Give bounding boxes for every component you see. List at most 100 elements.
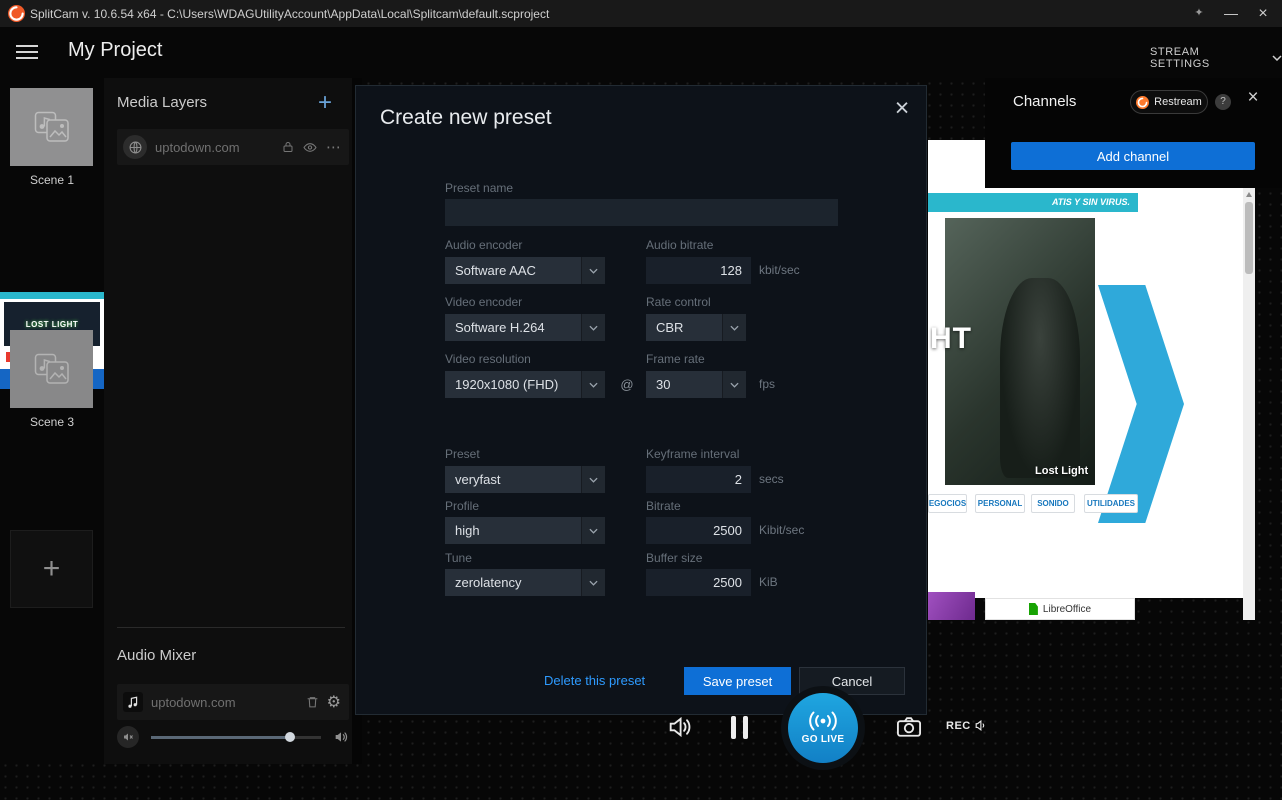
media-layers-title: Media Layers xyxy=(117,94,207,111)
audio-bitrate-label: Audio bitrate xyxy=(646,238,713,252)
dialog-close-icon[interactable]: × xyxy=(886,92,918,124)
rate-control-label: Rate control xyxy=(646,295,711,309)
trash-icon[interactable] xyxy=(306,695,319,709)
preset-name-input[interactable] xyxy=(445,199,838,226)
volume-slider-thumb[interactable] xyxy=(285,732,295,742)
chevron-down-icon xyxy=(581,257,605,284)
profile-label: Profile xyxy=(445,499,479,513)
volume-slider-fill xyxy=(151,736,290,739)
restream-logo-icon xyxy=(1136,96,1149,109)
channels-title: Channels xyxy=(1013,93,1076,110)
media-layers-panel: Media Layers + uptodown.com ⋯ Audio Mixe… xyxy=(104,78,362,764)
audio-encoder-select[interactable]: Software AAC xyxy=(445,257,605,284)
audio-mixer-row[interactable]: uptodown.com ⚙ xyxy=(117,684,349,720)
bitrate-label: Bitrate xyxy=(646,499,681,513)
plus-icon: + xyxy=(43,552,61,586)
tune-value: zerolatency xyxy=(445,575,581,590)
pause-icon[interactable] xyxy=(731,716,748,739)
scene-3-thumbnail[interactable] xyxy=(10,330,93,408)
splitcam-logo-icon xyxy=(8,5,25,22)
window-close-button[interactable]: × xyxy=(1250,4,1276,23)
splitcam-window: SplitCam v. 10.6.54 x64 - C:\Users\WDAGU… xyxy=(0,0,1282,800)
add-channel-button[interactable]: Add channel xyxy=(1011,142,1255,170)
buffer-size-label: Buffer size xyxy=(646,551,702,565)
chevron-down-icon xyxy=(581,466,605,493)
header: My Project STREAM SETTINGS xyxy=(0,27,1282,78)
scene-2-thumb-text: LOST LIGHT xyxy=(26,320,79,329)
scene-1-thumbnail[interactable] xyxy=(10,88,93,166)
menu-icon[interactable] xyxy=(16,45,38,60)
keyframe-interval-unit: secs xyxy=(759,466,784,493)
video-preview: ATIS Y SIN VIRUS. HT Lost Light EGOCIOS … xyxy=(928,140,1255,620)
video-encoder-label: Video encoder xyxy=(445,295,522,309)
libreoffice-label: LibreOffice xyxy=(1043,604,1091,615)
chevron-down-icon xyxy=(722,371,746,398)
minimize-button[interactable]: — xyxy=(1218,4,1244,23)
video-resolution-label: Video resolution xyxy=(445,352,531,366)
speaker-icon[interactable] xyxy=(666,713,694,741)
audio-source-icon xyxy=(123,692,143,712)
profile-select[interactable]: high xyxy=(445,517,605,544)
add-scene-button[interactable]: + xyxy=(10,530,93,608)
chevron-down-icon xyxy=(722,314,746,341)
channels-panel: Channels Restream ? × Add channel xyxy=(985,78,1282,188)
preset-name-label: Preset name xyxy=(445,181,513,195)
delete-preset-link[interactable]: Delete this preset xyxy=(544,667,645,695)
soldier-silhouette xyxy=(1000,278,1080,478)
audio-bitrate-input[interactable] xyxy=(646,257,751,284)
video-encoder-select[interactable]: Software H.264 xyxy=(445,314,605,341)
audio-source-name: uptodown.com xyxy=(151,695,298,710)
bitrate-input[interactable] xyxy=(646,517,751,544)
bitrate-unit: Kibit/sec xyxy=(759,517,804,544)
buffer-size-input[interactable] xyxy=(646,569,751,596)
mute-button[interactable] xyxy=(117,726,139,748)
cancel-button[interactable]: Cancel xyxy=(799,667,905,695)
libreoffice-logo-icon xyxy=(1029,603,1038,615)
rec-button[interactable]: REC xyxy=(946,718,989,733)
scene-3-label: Scene 3 xyxy=(0,415,104,429)
tune-label: Tune xyxy=(445,551,472,565)
restream-button[interactable]: Restream xyxy=(1130,90,1208,114)
frame-rate-label: Frame rate xyxy=(646,352,705,366)
preset-label: Preset xyxy=(445,447,480,461)
eye-icon[interactable] xyxy=(302,141,318,154)
keyframe-interval-input[interactable] xyxy=(646,466,751,493)
save-preset-button[interactable]: Save preset xyxy=(684,667,791,695)
category-badge: SONIDO xyxy=(1031,494,1075,513)
video-resolution-select[interactable]: 1920x1080 (FHD) xyxy=(445,371,605,398)
gear-icon[interactable]: ⚙ xyxy=(327,692,341,712)
sparkle-icon[interactable]: ✦ xyxy=(1186,4,1212,23)
rate-control-select[interactable]: CBR xyxy=(646,314,746,341)
more-options-icon[interactable]: ⋯ xyxy=(326,138,341,156)
frame-rate-select[interactable]: 30 xyxy=(646,371,746,398)
volume-slider[interactable] xyxy=(151,736,321,739)
stream-settings-button[interactable]: STREAM SETTINGS xyxy=(1150,46,1282,70)
preset-select[interactable]: veryfast xyxy=(445,466,605,493)
create-preset-dialog: Create new preset × Preset name Audio en… xyxy=(355,85,927,715)
media-layer-row[interactable]: uptodown.com ⋯ xyxy=(117,129,349,165)
help-icon[interactable]: ? xyxy=(1215,94,1231,110)
titlebar: SplitCam v. 10.6.54 x64 - C:\Users\WDAGU… xyxy=(0,0,1282,27)
webpage-scrollbar xyxy=(1243,188,1255,620)
lock-icon[interactable] xyxy=(282,141,294,153)
volume-control xyxy=(117,722,349,752)
layer-name: uptodown.com xyxy=(155,140,274,155)
dialog-title: Create new preset xyxy=(380,106,552,130)
webpage-banner: ATIS Y SIN VIRUS. xyxy=(928,193,1138,212)
chevron-down-icon xyxy=(581,569,605,596)
category-badge: EGOCIOS xyxy=(928,494,967,513)
tune-select[interactable]: zerolatency xyxy=(445,569,605,596)
channels-close-icon[interactable]: × xyxy=(1241,86,1265,110)
chevron-down-icon xyxy=(581,517,605,544)
frame-rate-value: 30 xyxy=(646,377,722,392)
go-live-button[interactable]: GO LIVE xyxy=(788,693,858,763)
game-title-fragment: HT xyxy=(930,322,972,356)
volume-max-icon[interactable] xyxy=(333,729,349,745)
libreoffice-strip: LibreOffice xyxy=(985,598,1135,620)
add-layer-button[interactable]: + xyxy=(318,91,332,115)
camera-icon[interactable] xyxy=(895,713,923,741)
category-badge: UTILIDADES xyxy=(1084,494,1138,513)
buffer-size-unit: KiB xyxy=(759,569,778,596)
scenes-sidebar: Scene 1 LOST LIGHT Scene 2 Scene 3 + xyxy=(0,78,104,764)
audio-encoder-value: Software AAC xyxy=(445,263,581,278)
